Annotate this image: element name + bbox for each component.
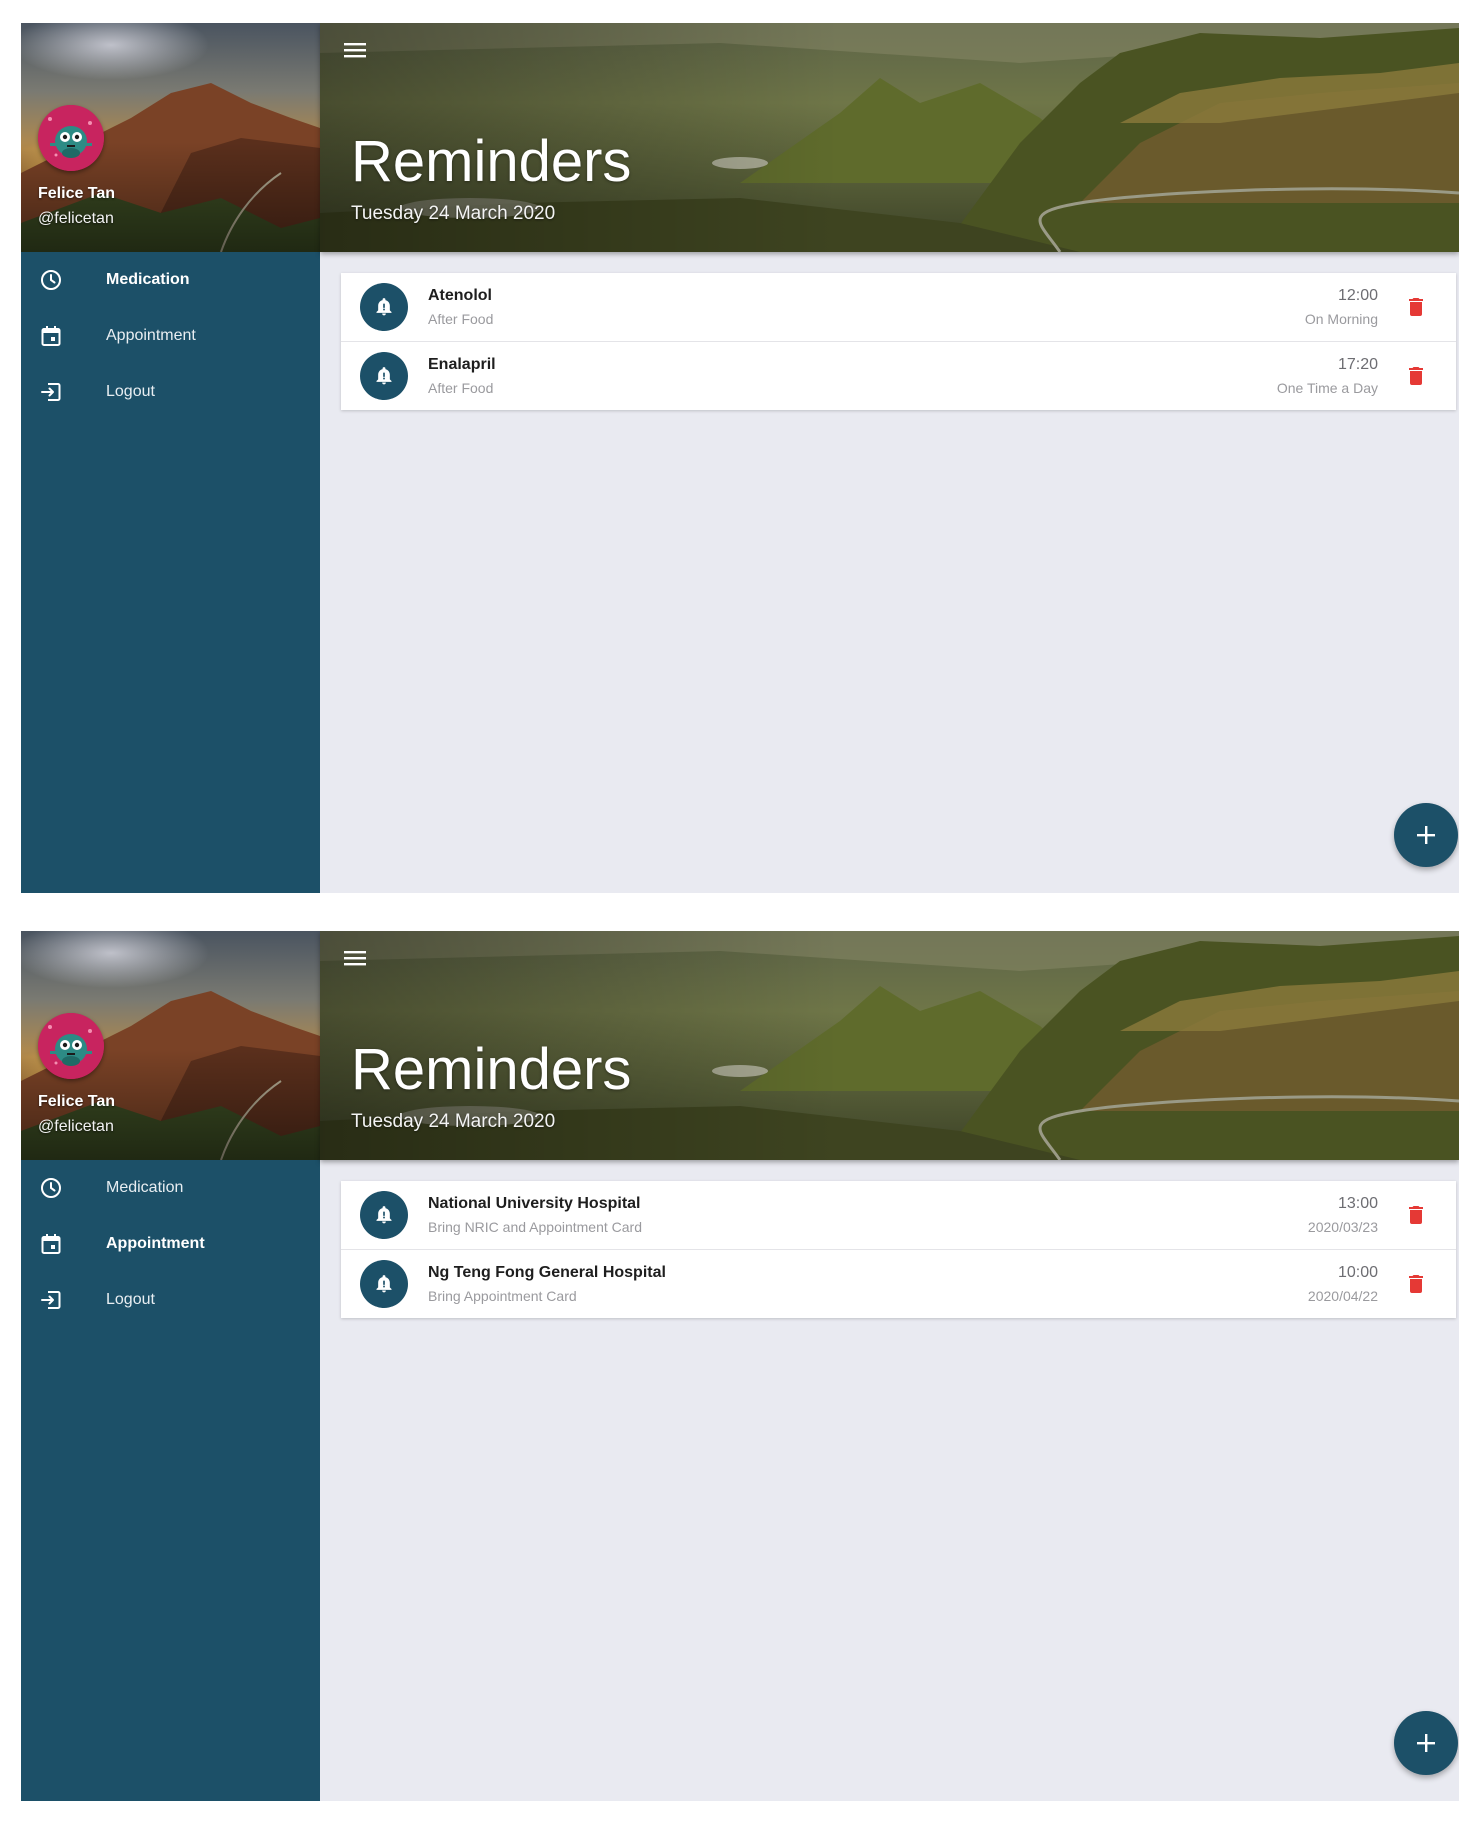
add-reminder-button[interactable] [1394, 1711, 1458, 1775]
nav-item-logout[interactable]: Logout [21, 364, 320, 420]
page-header: Reminders Tuesday 24 March 2020 [320, 23, 1459, 252]
profile-header: Felice Tan @felicetan [21, 23, 320, 252]
reminders-screen-medication: Felice Tan @felicetan Medication Appoint… [21, 23, 1459, 893]
reminder-avatar [360, 1191, 408, 1239]
bell-icon [376, 367, 392, 385]
trash-icon [1409, 1206, 1423, 1224]
nav-item-appointment[interactable]: Appointment [21, 1216, 320, 1272]
bell-icon [376, 1206, 392, 1224]
reminder-avatar [360, 1260, 408, 1308]
list-item[interactable]: Ng Teng Fong General Hospital Bring Appo… [341, 1250, 1456, 1318]
reminder-date: 2020/04/22 [1307, 1288, 1378, 1304]
list-item[interactable]: Atenolol After Food 12:00 On Morning [341, 273, 1456, 342]
reminder-date: 2020/03/23 [1307, 1219, 1378, 1235]
reminder-subtitle: After Food [428, 380, 494, 396]
nav-label-logout: Logout [106, 1291, 155, 1308]
reminder-time: 10:00 [1337, 1264, 1378, 1281]
plus-icon [1417, 826, 1435, 844]
monster-avatar-icon [38, 105, 104, 171]
clock-icon [41, 270, 61, 290]
user-handle: @felicetan [38, 1118, 114, 1135]
menu-button[interactable] [340, 943, 370, 973]
nav-label-medication: Medication [106, 1179, 184, 1196]
user-name: Felice Tan [38, 185, 116, 202]
delete-button[interactable] [1404, 1203, 1428, 1227]
reminder-frequency: On Morning [1304, 311, 1378, 327]
user-name: Felice Tan [38, 1093, 116, 1110]
logout-icon [41, 1291, 61, 1309]
nav-label-medication: Medication [106, 271, 190, 288]
page-title: Reminders [351, 129, 632, 194]
user-handle: @felicetan [38, 210, 114, 227]
reminder-subtitle: Bring Appointment Card [428, 1288, 577, 1304]
nav-label-appointment: Appointment [106, 327, 196, 344]
plus-icon [1417, 1734, 1435, 1752]
avatar[interactable] [38, 105, 104, 171]
sidebar: Felice Tan @felicetan Medication Appoint… [21, 931, 320, 1801]
reminder-time: 13:00 [1337, 1195, 1378, 1212]
reminder-avatar [360, 352, 408, 400]
nav-label-appointment: Appointment [106, 1235, 205, 1252]
trash-icon [1409, 367, 1423, 385]
avatar[interactable] [38, 1013, 104, 1079]
nav-item-medication[interactable]: Medication [21, 252, 320, 308]
page-date: Tuesday 24 March 2020 [351, 203, 556, 224]
reminder-avatar [360, 283, 408, 331]
menu-button[interactable] [340, 35, 370, 65]
reminder-time: 12:00 [1337, 287, 1378, 304]
nav-item-medication[interactable]: Medication [21, 1160, 320, 1216]
trash-icon [1409, 1275, 1423, 1293]
delete-button[interactable] [1404, 1272, 1428, 1296]
reminder-frequency: One Time a Day [1276, 380, 1378, 396]
reminder-list: National University Hospital Bring NRIC … [341, 1181, 1456, 1318]
list-item[interactable]: Enalapril After Food 17:20 One Time a Da… [341, 342, 1456, 410]
bell-icon [376, 1275, 392, 1293]
clock-icon [41, 1178, 61, 1198]
reminder-subtitle: After Food [428, 311, 494, 327]
add-reminder-button[interactable] [1394, 803, 1458, 867]
reminders-screen-appointment: Felice Tan @felicetan Medication Appoint… [21, 931, 1459, 1801]
menu-icon [344, 43, 366, 58]
reminder-subtitle: Bring NRIC and Appointment Card [428, 1219, 642, 1235]
nav-item-logout[interactable]: Logout [21, 1272, 320, 1328]
page-date: Tuesday 24 March 2020 [351, 1111, 556, 1132]
menu-icon [344, 951, 366, 966]
calendar-icon [41, 326, 61, 346]
reminder-list: Atenolol After Food 12:00 On Morning Ena… [341, 273, 1456, 410]
reminder-title: National University Hospital [428, 1195, 641, 1212]
sidebar: Felice Tan @felicetan Medication Appoint… [21, 23, 320, 893]
logout-icon [41, 383, 61, 401]
bell-icon [376, 298, 392, 316]
nav-label-logout: Logout [106, 383, 155, 400]
monster-avatar-icon [38, 1013, 104, 1079]
page-header: Reminders Tuesday 24 March 2020 [320, 931, 1459, 1160]
list-item[interactable]: National University Hospital Bring NRIC … [341, 1181, 1456, 1250]
page-title: Reminders [351, 1037, 632, 1102]
reminder-title: Ng Teng Fong General Hospital [428, 1264, 666, 1281]
delete-button[interactable] [1404, 364, 1428, 388]
trash-icon [1409, 298, 1423, 316]
profile-header: Felice Tan @felicetan [21, 931, 320, 1160]
calendar-icon [41, 1234, 61, 1254]
reminder-title: Enalapril [428, 356, 496, 373]
delete-button[interactable] [1404, 295, 1428, 319]
reminder-time: 17:20 [1337, 356, 1378, 373]
reminder-title: Atenolol [428, 287, 492, 304]
nav-item-appointment[interactable]: Appointment [21, 308, 320, 364]
